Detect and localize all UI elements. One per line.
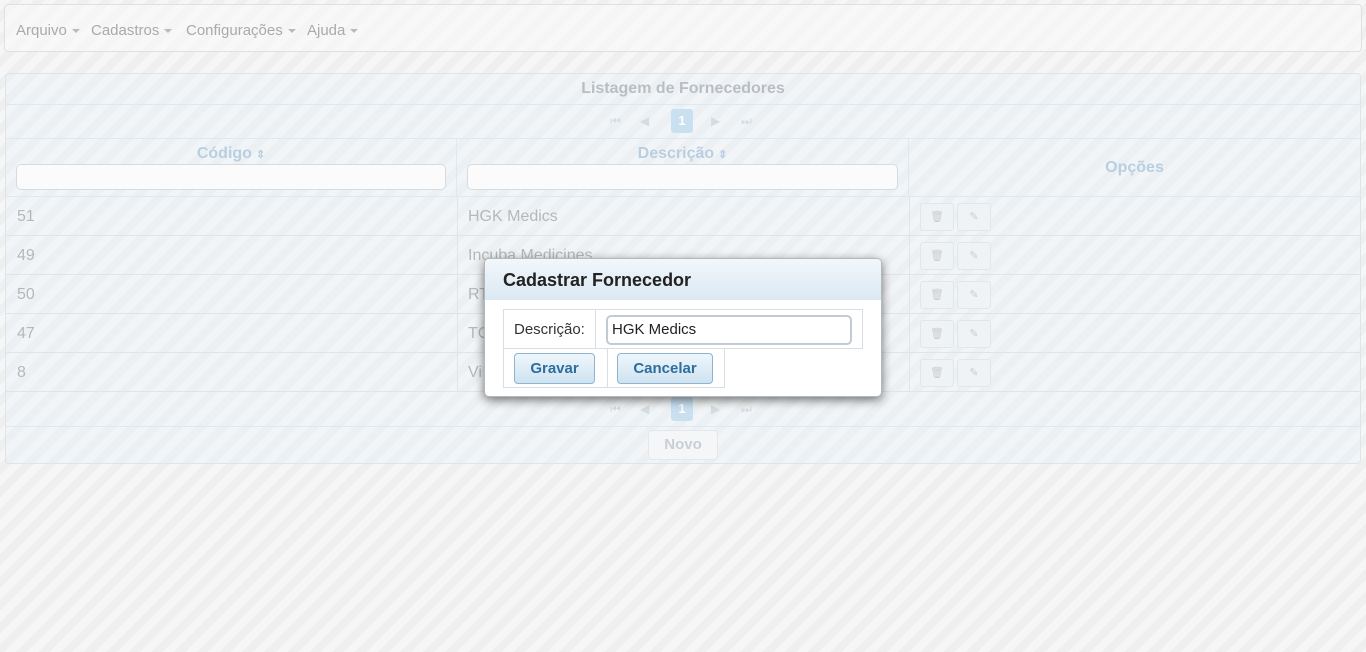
cell-codigo: 51 [17, 208, 35, 225]
menu-cadastros[interactable]: Cadastros [91, 22, 173, 39]
menu-label: Configurações [186, 22, 283, 39]
menu-configuracoes[interactable]: Configurações [186, 22, 296, 39]
caret-down-icon [287, 29, 296, 34]
panel-title: Listagem de Fornecedores [6, 74, 1360, 105]
register-supplier-dialog: Cadastrar Fornecedor Descrição: HGK Medi… [484, 258, 882, 397]
column-header-opcoes: Opções [909, 138, 1360, 197]
prev-page-icon[interactable]: ◀ [640, 114, 649, 128]
cell-codigo: 49 [17, 247, 35, 264]
pencil-icon[interactable]: ✎ [957, 359, 991, 387]
caret-down-icon [164, 29, 173, 34]
first-page-icon[interactable]: ⏮ [610, 402, 621, 417]
cell-codigo: 47 [17, 325, 35, 342]
cell-descricao: Vi [468, 364, 482, 381]
paginator-top: ⏮ ◀ 1 ▶ ⏭ [6, 104, 1360, 139]
menu-ajuda[interactable]: Ajuda [307, 22, 359, 39]
last-page-icon[interactable]: ⏭ [741, 114, 752, 129]
menu-label: Ajuda [307, 22, 346, 39]
trash-icon[interactable]: 🗑 [920, 242, 954, 270]
first-page-icon[interactable]: ⏮ [610, 114, 621, 129]
sort-icon: ⇕ [255, 149, 266, 161]
dialog-title: Cadastrar Fornecedor [485, 259, 881, 300]
trash-icon[interactable]: 🗑 [920, 320, 954, 348]
new-button[interactable]: Novo [648, 430, 718, 460]
filter-codigo-input[interactable] [16, 164, 446, 190]
next-page-icon[interactable]: ▶ [711, 402, 720, 416]
save-button[interactable]: Gravar [514, 353, 595, 384]
pencil-icon[interactable]: ✎ [957, 242, 991, 270]
menu-label: Arquivo [16, 22, 67, 39]
column-label: Opções [1105, 159, 1164, 176]
description-input[interactable]: HGK Medics [606, 315, 852, 345]
page-number[interactable]: 1 [671, 109, 693, 133]
cell-codigo: 8 [17, 364, 26, 381]
menubar: Arquivo Cadastros Configurações Ajuda [4, 4, 1362, 52]
description-label: Descrição: [514, 321, 585, 338]
page-number[interactable]: 1 [671, 397, 693, 421]
caret-down-icon [71, 29, 80, 34]
prev-page-icon[interactable]: ◀ [640, 402, 649, 416]
column-header-codigo[interactable]: Código ⇕ [6, 138, 457, 197]
paginator-bottom: ⏮ ◀ 1 ▶ ⏭ [6, 392, 1360, 427]
table-row[interactable]: 51 HGK Medics 🗑 ✎ [6, 197, 1360, 236]
trash-icon[interactable]: 🗑 [920, 203, 954, 231]
cell-codigo: 50 [17, 286, 35, 303]
column-header-descricao[interactable]: Descrição ⇕ [457, 138, 909, 197]
cell-descricao: HGK Medics [468, 208, 558, 225]
column-label: Descrição [637, 145, 715, 162]
menu-label: Cadastros [91, 22, 160, 39]
trash-icon[interactable]: 🗑 [920, 359, 954, 387]
last-page-icon[interactable]: ⏭ [741, 402, 752, 417]
next-page-icon[interactable]: ▶ [711, 114, 720, 128]
menu-arquivo[interactable]: Arquivo [16, 22, 80, 39]
trash-icon[interactable]: 🗑 [920, 281, 954, 309]
column-label: Código [196, 145, 252, 162]
filter-descricao-input[interactable] [467, 164, 898, 190]
sort-icon: ⇕ [718, 149, 728, 161]
pencil-icon[interactable]: ✎ [957, 281, 991, 309]
pencil-icon[interactable]: ✎ [957, 203, 991, 231]
pencil-icon[interactable]: ✎ [957, 320, 991, 348]
cancel-button[interactable]: Cancelar [617, 353, 713, 384]
caret-down-icon [350, 29, 359, 34]
